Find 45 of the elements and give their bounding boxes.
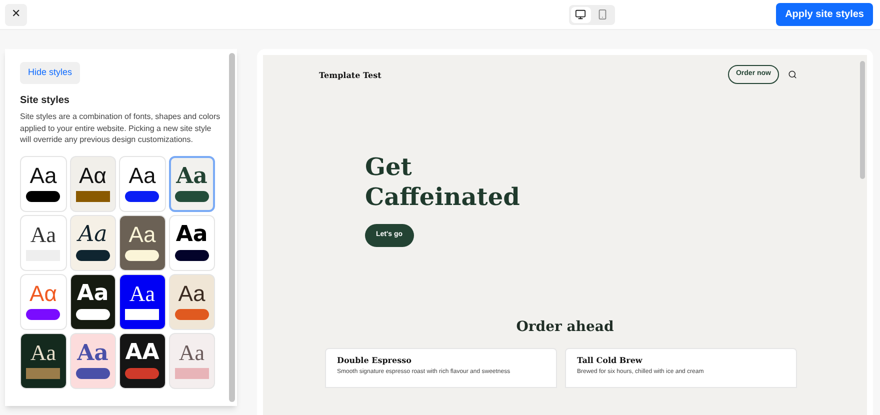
- font-sample: Aa: [178, 342, 205, 364]
- phone-icon: [597, 9, 608, 20]
- apply-button[interactable]: Apply site styles: [776, 3, 873, 26]
- font-sample: Aa: [30, 224, 56, 246]
- font-sample: Aa: [128, 165, 156, 187]
- font-sample: Aa: [76, 283, 109, 305]
- font-sample: Aα: [30, 283, 57, 305]
- site-style-option[interactable]: Aa: [70, 332, 116, 388]
- section-title: Site styles: [20, 94, 70, 108]
- site-style-option[interactable]: Aa: [119, 214, 166, 270]
- site-style-option[interactable]: Aa: [70, 214, 116, 270]
- product-name: Double Espresso: [337, 354, 412, 366]
- font-sample: Aa: [176, 165, 208, 187]
- font-sample: Aa: [178, 283, 206, 305]
- desktop-view-tab[interactable]: [570, 6, 591, 22]
- site-style-option[interactable]: Aa: [168, 156, 215, 212]
- font-sample: Aa: [78, 224, 108, 246]
- monitor-icon: [575, 9, 586, 20]
- font-sample: Aa: [129, 283, 156, 305]
- font-sample: Aa: [30, 342, 56, 364]
- hide-styles-button[interactable]: Hide styles: [20, 62, 80, 84]
- hero-heading: Get Caffeinated: [365, 152, 521, 212]
- site-style-option[interactable]: Aa: [168, 332, 215, 388]
- font-sample: Aa: [128, 224, 156, 246]
- section-heading: Order ahead: [515, 318, 615, 337]
- site-style-option[interactable]: Aa: [20, 332, 66, 388]
- site-brand: Template Test: [319, 68, 382, 80]
- font-sample: Aa: [176, 224, 208, 246]
- site-style-option[interactable]: Aa: [168, 214, 215, 270]
- site-style-option[interactable]: Aα: [70, 156, 116, 212]
- font-sample: Aa: [30, 165, 57, 187]
- site-style-option[interactable]: Aa: [119, 274, 166, 330]
- search-icon[interactable]: [788, 70, 797, 79]
- site-style-option[interactable]: AA: [119, 332, 166, 388]
- site-style-option[interactable]: Aa: [20, 156, 66, 212]
- site-style-option[interactable]: Aa: [119, 156, 166, 212]
- font-sample: Aα: [79, 165, 106, 187]
- description: Site styles are a combination of fonts, shapes and colors applied to your entire website. Picking a new site style will override any previous design customizations.: [20, 111, 221, 146]
- product-name: Tall Cold Brew: [577, 354, 644, 366]
- close-button[interactable]: ✕: [5, 4, 27, 26]
- font-sample: Aa: [77, 342, 108, 364]
- site-style-option[interactable]: Aa: [70, 274, 116, 330]
- site-style-option[interactable]: Aa: [20, 214, 66, 270]
- site-style-option[interactable]: Aa: [168, 274, 215, 330]
- font-sample: AA: [125, 342, 160, 364]
